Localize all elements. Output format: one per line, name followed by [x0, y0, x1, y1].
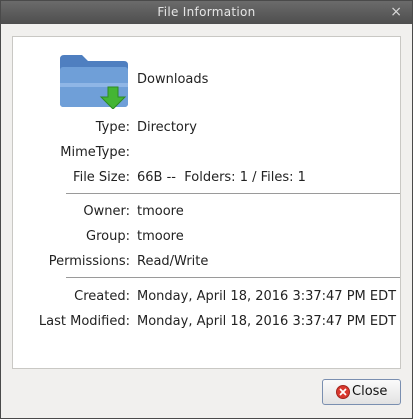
- detail-value: Read/Write: [137, 254, 209, 269]
- file-name: Downloads: [137, 72, 209, 87]
- detail-row-group: Group: tmoore: [13, 229, 400, 247]
- divider: [66, 193, 400, 194]
- close-button[interactable]: Close: [322, 379, 401, 405]
- detail-label: Last Modified:: [38, 314, 130, 329]
- detail-row-last-modified: Last Modified: Monday, April 18, 2016 3:…: [13, 314, 400, 332]
- info-panel: Downloads Type: Directory MimeType: File…: [12, 36, 401, 369]
- close-circle-icon: [336, 385, 350, 399]
- detail-row-type: Type: Directory: [13, 120, 400, 138]
- window-close-icon[interactable]: ×: [390, 4, 402, 20]
- detail-value: Directory: [137, 120, 197, 135]
- detail-value: Monday, April 18, 2016 3:37:47 PM EDT: [137, 314, 397, 329]
- detail-value: tmoore: [137, 229, 184, 244]
- detail-row-created: Created: Monday, April 18, 2016 3:37:47 …: [13, 289, 400, 307]
- detail-label: Group:: [86, 229, 130, 244]
- divider: [66, 277, 400, 278]
- detail-label: Permissions:: [48, 254, 130, 269]
- window-title: File Information: [157, 5, 256, 19]
- file-information-dialog: File Information × Downloads Type: Direc…: [0, 0, 413, 419]
- detail-row-owner: Owner: tmoore: [13, 204, 400, 222]
- detail-label: Owner:: [83, 204, 130, 219]
- detail-row-permissions: Permissions: Read/Write: [13, 254, 400, 272]
- close-button-label: Close: [352, 384, 388, 399]
- detail-row-file-size: File Size: 66B -- Folders: 1 / Files: 1: [13, 170, 400, 188]
- detail-label: File Size:: [73, 170, 130, 185]
- detail-value: tmoore: [137, 204, 184, 219]
- folder-download-icon: [60, 55, 128, 109]
- detail-label: Type:: [95, 120, 130, 135]
- detail-value: Monday, April 18, 2016 3:37:47 PM EDT: [137, 289, 397, 304]
- detail-row-mimetype: MimeType:: [13, 145, 400, 163]
- detail-label: MimeType:: [60, 145, 130, 160]
- title-bar[interactable]: File Information ×: [1, 1, 412, 24]
- detail-value: 66B -- Folders: 1 / Files: 1: [137, 170, 306, 185]
- detail-label: Created:: [74, 289, 130, 304]
